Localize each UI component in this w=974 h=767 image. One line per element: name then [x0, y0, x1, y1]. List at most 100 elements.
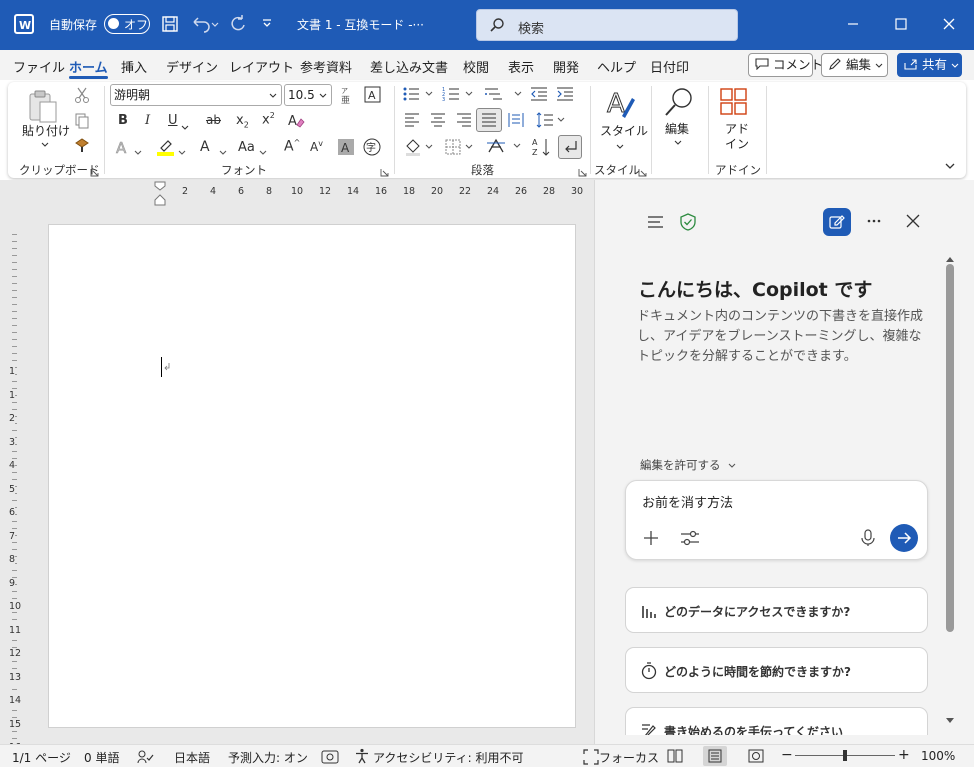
styles-icon[interactable]: A — [604, 86, 638, 123]
text-effects-icon[interactable]: A — [114, 138, 132, 159]
zoom-slider[interactable] — [795, 750, 895, 761]
indent-marker-icon[interactable] — [154, 181, 166, 210]
find-icon[interactable] — [662, 86, 696, 121]
font-size-combo[interactable]: 10.5 — [284, 84, 332, 106]
grow-font-icon[interactable]: A^ — [284, 138, 300, 155]
text-effects-dropdown-icon[interactable] — [134, 145, 142, 159]
suggestion-card[interactable]: どのデータにアクセスできますか? — [625, 587, 928, 633]
enclose-characters-icon[interactable]: 字 — [363, 138, 381, 159]
shield-icon[interactable] — [679, 213, 697, 234]
read-mode-icon[interactable] — [667, 749, 683, 766]
predictive-input[interactable]: 予測入力: オン — [228, 749, 308, 766]
subscript-icon[interactable]: x2 — [236, 113, 249, 130]
tab-references[interactable]: 参考資料 — [300, 57, 352, 76]
format-painter-icon[interactable] — [74, 137, 92, 156]
menu-icon[interactable] — [647, 215, 665, 232]
scroll-down-icon[interactable] — [945, 714, 955, 728]
cut-icon[interactable] — [74, 86, 90, 107]
prompt-box[interactable]: お前を消す方法 — [625, 480, 928, 560]
zoom-in-icon[interactable]: + — [898, 747, 910, 763]
tab-home[interactable]: ホーム — [69, 57, 108, 79]
font-color-dropdown-icon[interactable] — [219, 145, 227, 159]
language[interactable]: 日本語 — [174, 749, 210, 766]
highlight-dropdown-icon[interactable] — [178, 145, 186, 159]
track-changes-icon[interactable] — [321, 749, 339, 767]
font-name-combo[interactable]: 游明朝 — [110, 84, 282, 106]
print-layout-button[interactable] — [703, 746, 727, 766]
more-options-icon[interactable] — [866, 213, 882, 232]
add-ins-icon[interactable] — [720, 88, 748, 119]
focus-label[interactable]: フォーカス — [599, 749, 659, 766]
attach-icon[interactable] — [642, 529, 660, 550]
search-box[interactable]: 検索 — [476, 9, 738, 41]
bullets-icon[interactable] — [402, 86, 434, 105]
tab-developer[interactable]: 開発 — [553, 57, 579, 76]
send-button[interactable] — [890, 524, 918, 552]
paste-dropdown-icon[interactable] — [40, 138, 50, 152]
new-chat-button[interactable] — [823, 208, 851, 236]
justify-button[interactable] — [476, 108, 502, 132]
sort-icon[interactable]: AZ — [532, 137, 552, 160]
line-spacing-icon[interactable] — [536, 112, 566, 131]
multilevel-list-icon[interactable] — [484, 86, 524, 105]
undo-icon[interactable] — [190, 14, 220, 37]
change-case-icon[interactable]: Aa — [238, 140, 255, 155]
settings-sliders-icon[interactable] — [680, 529, 700, 550]
page-count[interactable]: 1/1 ページ — [12, 749, 71, 766]
superscript-icon[interactable]: x2 — [262, 111, 275, 127]
add-ins-label-2[interactable]: イン — [725, 135, 749, 152]
editing-dropdown-icon[interactable] — [673, 136, 683, 150]
tab-design[interactable]: デザイン — [166, 57, 218, 76]
tab-mailings[interactable]: 差し込み文書 — [370, 57, 448, 76]
zoom-slider-thumb[interactable] — [843, 750, 847, 761]
decrease-indent-icon[interactable] — [530, 86, 548, 105]
horizontal-ruler[interactable]: 2 4 6 8 10 12 14 16 18 20 22 24 26 28 30 — [28, 180, 594, 204]
tab-date-stamp[interactable]: 日付印 — [650, 57, 689, 76]
web-layout-icon[interactable] — [748, 749, 764, 766]
underline-dropdown-icon[interactable] — [181, 120, 189, 134]
close-pane-icon[interactable] — [906, 214, 920, 231]
accessibility-status[interactable]: アクセシビリティ: 利用不可 — [373, 749, 524, 766]
character-border-icon[interactable]: A — [364, 86, 381, 106]
suggestion-card[interactable]: どのように時間を節約できますか? — [625, 647, 928, 693]
scrollbar-thumb[interactable] — [946, 264, 954, 632]
asian-layout-icon[interactable] — [486, 137, 526, 158]
bold-icon[interactable]: B — [118, 113, 128, 128]
save-icon[interactable] — [161, 15, 179, 36]
styles-launcher-icon[interactable] — [638, 166, 647, 180]
document-page[interactable] — [48, 224, 576, 728]
focus-icon[interactable] — [583, 749, 599, 767]
permission-dropdown[interactable]: 編集を許可する — [640, 457, 737, 473]
share-button[interactable]: 共有 — [897, 53, 962, 77]
underline-icon[interactable]: U — [168, 113, 178, 128]
align-center-icon[interactable] — [430, 113, 446, 130]
shrink-font-icon[interactable]: Av — [310, 139, 323, 154]
proofing-icon[interactable] — [137, 749, 155, 767]
editing-label[interactable]: 編集 — [665, 120, 689, 137]
increase-indent-icon[interactable] — [556, 86, 574, 105]
tab-review[interactable]: 校閲 — [463, 57, 489, 76]
comment-button[interactable]: コメント — [748, 53, 823, 77]
font-color-icon[interactable]: A — [198, 137, 216, 160]
maximize-icon[interactable] — [889, 12, 913, 36]
highlight-icon[interactable] — [156, 137, 176, 160]
suggestion-card[interactable]: 書き始めるのを手伝ってください — [625, 707, 928, 735]
character-shading-icon[interactable]: A — [338, 139, 354, 155]
minimize-icon[interactable] — [841, 12, 865, 36]
microphone-icon[interactable] — [861, 529, 875, 550]
autosave-toggle[interactable]: オフ — [104, 14, 150, 34]
clear-formatting-icon[interactable]: A — [287, 111, 305, 132]
tab-insert[interactable]: 挿入 — [121, 57, 147, 76]
copy-icon[interactable] — [74, 112, 90, 133]
accessibility-icon[interactable] — [354, 748, 370, 767]
word-count[interactable]: 0 単語 — [84, 749, 119, 766]
prompt-input[interactable]: お前を消す方法 — [642, 492, 733, 511]
distributed-icon[interactable] — [508, 112, 524, 131]
customize-qat-icon[interactable] — [261, 17, 273, 32]
font-launcher-icon[interactable] — [380, 166, 389, 180]
redo-icon[interactable] — [228, 14, 248, 37]
paste-label[interactable]: 貼り付け — [22, 122, 70, 139]
close-icon[interactable] — [937, 12, 961, 36]
edit-mode-button[interactable]: 編集 — [821, 53, 888, 77]
borders-icon[interactable] — [444, 138, 478, 159]
